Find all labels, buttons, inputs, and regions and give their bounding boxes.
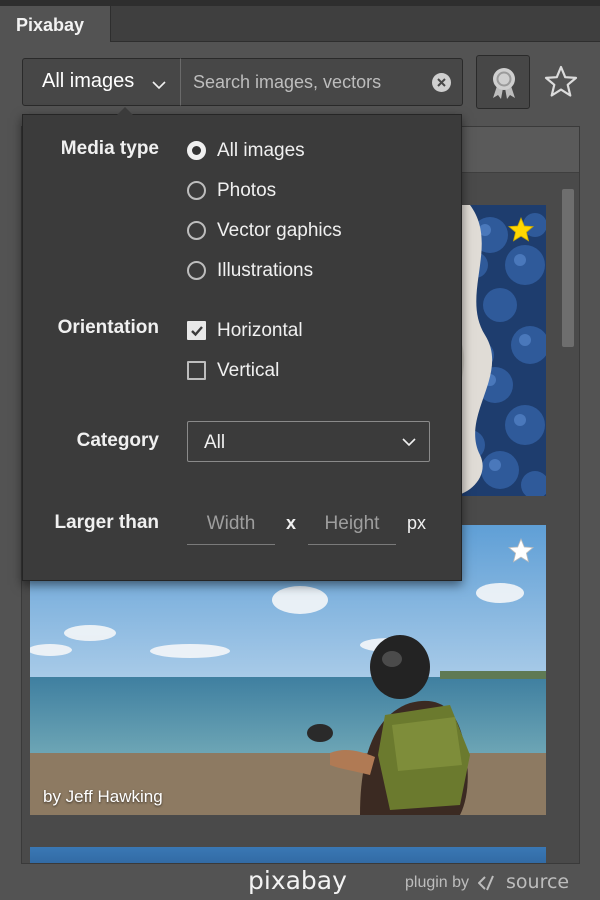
scrollbar-thumb[interactable] xyxy=(562,189,574,347)
results-scrollbar[interactable] xyxy=(562,189,574,859)
media-filter-button[interactable]: All images xyxy=(22,58,181,106)
media-type-label: Media type xyxy=(60,138,159,159)
radio-selected-icon[interactable] xyxy=(187,141,206,160)
width-field xyxy=(187,509,275,545)
larger-than-label: Larger than xyxy=(54,512,159,533)
chevron-down-icon xyxy=(152,73,166,96)
clear-search-icon[interactable] xyxy=(432,73,451,92)
favorite-star-icon[interactable] xyxy=(507,216,535,244)
dimension-separator: x xyxy=(286,513,297,533)
source-brand-label: source xyxy=(506,871,570,893)
panel-tab-pixabay[interactable]: Pixabay xyxy=(0,6,111,42)
media-filter-label: All images xyxy=(42,70,135,92)
width-input[interactable] xyxy=(187,509,275,539)
media-option-label: Vector gaphics xyxy=(217,220,342,241)
category-selected-value: All xyxy=(204,432,226,453)
orientation-option-label: Horizontal xyxy=(217,320,303,341)
favorite-star-icon[interactable] xyxy=(507,537,535,565)
favorites-button[interactable] xyxy=(542,63,580,101)
checkbox-icon[interactable] xyxy=(187,361,206,380)
photo-credit[interactable]: by Jeff Hawking xyxy=(43,787,163,807)
radio-icon[interactable] xyxy=(187,181,206,200)
unit-label: px xyxy=(407,513,427,533)
radio-icon[interactable] xyxy=(187,221,206,240)
award-icon xyxy=(493,68,515,99)
search-box xyxy=(180,58,463,106)
category-label: Category xyxy=(76,430,159,451)
orientation-label: Orientation xyxy=(57,317,159,338)
editors-choice-button[interactable] xyxy=(476,55,530,109)
height-field xyxy=(308,509,396,545)
filter-dropdown: Media type All images Photos Vector gaph… xyxy=(22,107,462,581)
height-input[interactable] xyxy=(308,509,396,539)
plugin-by-label: plugin by xyxy=(405,874,470,891)
radio-icon[interactable] xyxy=(187,261,206,280)
search-input[interactable] xyxy=(193,70,423,94)
checkbox-checked-icon[interactable] xyxy=(187,321,206,340)
panel-footer: pixabay plugin by source xyxy=(0,864,600,900)
pixabay-logo[interactable]: pixabay xyxy=(248,866,347,895)
media-option-label: All images xyxy=(217,140,305,161)
panel-tab-bar: Pixabay xyxy=(0,6,600,42)
star-outline-icon xyxy=(544,65,578,97)
media-option-label: Illustrations xyxy=(217,260,314,281)
result-thumbnail[interactable] xyxy=(30,847,546,863)
category-select[interactable]: All xyxy=(187,421,430,462)
dropdown-caret xyxy=(117,107,133,115)
code-brackets-icon xyxy=(477,875,494,891)
source-brand[interactable]: source xyxy=(477,871,570,893)
chevron-down-icon xyxy=(402,438,416,447)
media-option-label: Photos xyxy=(217,180,277,201)
orientation-option-label: Vertical xyxy=(217,360,280,381)
